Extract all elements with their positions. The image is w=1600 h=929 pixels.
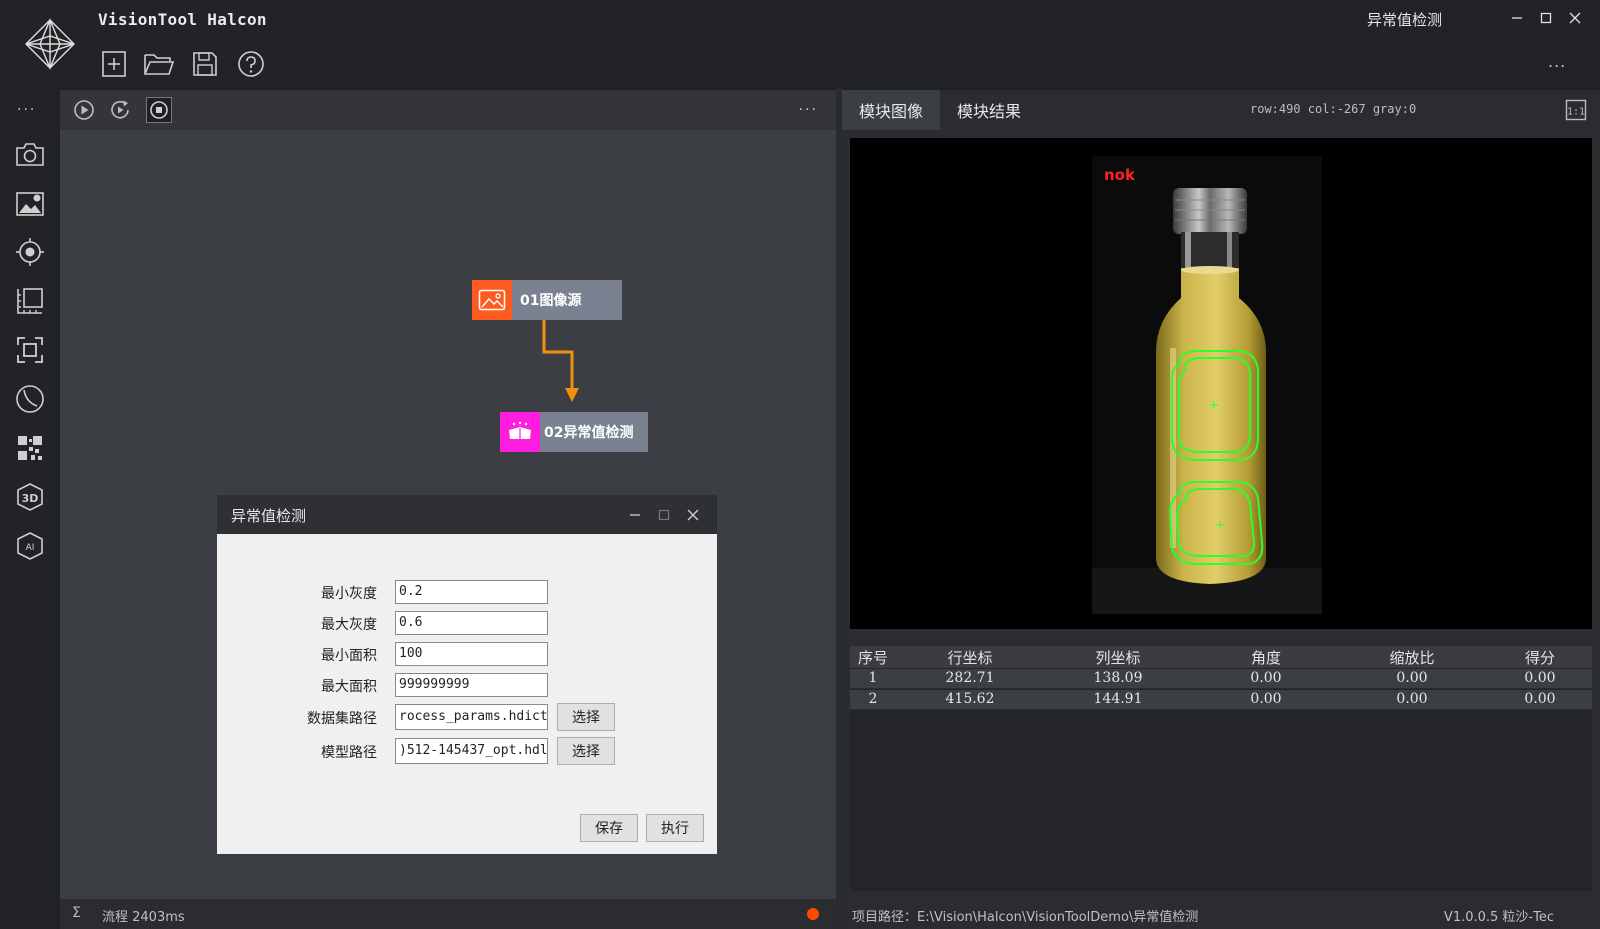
flow-node-label: 01图像源	[512, 280, 622, 320]
flow-node-label: 02异常值检测	[540, 412, 648, 452]
sidebar-more-button[interactable]: ...	[17, 98, 36, 114]
result-table: 序号 行坐标 列坐标 角度 缩放比 得分 1 282.71 138.09 0.0…	[850, 646, 1592, 891]
scan-frame-icon[interactable]	[13, 333, 47, 367]
table-header: 序号 行坐标 列坐标 角度 缩放比 得分	[850, 646, 1592, 668]
result-tab-bar: 模块图像 模块结果 row:490 col:-267 gray:0 1:1	[842, 90, 1600, 130]
model-browse-button[interactable]: 选择	[557, 737, 615, 765]
result-panel: 模块图像 模块结果 row:490 col:-267 gray:0 1:1 no…	[842, 90, 1600, 929]
open-folder-icon[interactable]	[143, 48, 175, 80]
cell-score: 0.00	[1524, 670, 1556, 686]
table-row[interactable]: 1 282.71 138.09 0.00 0.00 0.00	[850, 669, 1592, 689]
cell-angle: 0.00	[1250, 670, 1282, 686]
sigma-icon: Σ	[72, 905, 81, 921]
title-bar: VisionTool Halcon 异常值检测 ...	[0, 0, 1600, 88]
dataset-path-input[interactable]: rocess_params.hdict	[395, 704, 548, 730]
curve-icon[interactable]	[13, 382, 47, 416]
project-path: 项目路径：E:\Vision\Halcon\VisionToolDemo\异常值…	[852, 910, 1199, 925]
cell-index: 2	[868, 691, 878, 707]
cell-row: 282.71	[945, 670, 995, 686]
app-title: VisionTool Halcon	[98, 10, 267, 29]
bottle-image	[1092, 156, 1322, 614]
pixel-info-readout: row:490 col:-267 gray:0	[1250, 102, 1417, 116]
3d-cube-icon[interactable]: 3D	[13, 480, 47, 514]
actual-size-icon[interactable]: 1:1	[1565, 99, 1587, 121]
close-button[interactable]	[1564, 8, 1586, 28]
window-caption: 异常值检测	[1367, 11, 1443, 29]
app-logo	[25, 18, 75, 70]
run-button[interactable]: 执行	[646, 814, 704, 842]
column-header-scale: 缩放比	[1389, 649, 1435, 667]
new-file-icon[interactable]	[98, 48, 130, 80]
max-gray-label: 最大灰度	[321, 617, 377, 633]
nok-result-label: nok	[1104, 166, 1135, 184]
min-area-label: 最小面积	[321, 648, 377, 664]
flow-status-bar: Σ 流程 2403ms	[60, 899, 836, 929]
save-icon[interactable]	[189, 48, 221, 80]
max-gray-input[interactable]: 0.6	[395, 611, 548, 635]
svg-text:AI: AI	[26, 543, 35, 553]
model-path-label: 模型路径	[321, 745, 377, 761]
dialog-maximize-icon[interactable]	[654, 505, 674, 525]
max-area-input[interactable]: 999999999	[395, 673, 548, 697]
dialog-titlebar: 异常值检测	[217, 495, 717, 534]
dialog-title: 异常值检测	[231, 507, 307, 525]
column-header-angle: 角度	[1250, 649, 1281, 667]
svg-text:1:1: 1:1	[1567, 107, 1585, 118]
status-indicator	[807, 908, 819, 920]
min-area-input[interactable]: 100	[395, 642, 548, 666]
cell-col: 144.91	[1093, 691, 1143, 707]
dialog-close-icon[interactable]	[683, 505, 703, 525]
target-icon[interactable]	[13, 235, 47, 269]
image-icon	[472, 280, 512, 320]
title-more-button[interactable]: ...	[1548, 52, 1566, 71]
anomaly-icon	[500, 412, 540, 452]
dataset-browse-button[interactable]: 选择	[557, 703, 615, 731]
tab-module-result[interactable]: 模块结果	[940, 90, 1038, 130]
column-header-score: 得分	[1524, 649, 1555, 667]
cell-score: 0.00	[1524, 691, 1556, 707]
version-label: V1.0.0.5 粒沙-Tec	[1443, 910, 1554, 925]
dataset-path-label: 数据集路径	[307, 711, 377, 727]
measure-icon[interactable]	[13, 284, 47, 318]
cell-index: 1	[868, 670, 878, 686]
minimize-button[interactable]	[1506, 8, 1528, 28]
min-gray-input[interactable]: 0.2	[395, 580, 548, 604]
max-area-label: 最大面积	[321, 679, 377, 695]
flow-time: 流程 2403ms	[102, 910, 185, 925]
cell-angle: 0.00	[1250, 691, 1282, 707]
cell-scale: 0.00	[1396, 691, 1428, 707]
maximize-button[interactable]	[1535, 8, 1557, 28]
table-row[interactable]: 2 415.62 144.91 0.00 0.00 0.00	[850, 690, 1592, 710]
image-viewport[interactable]: nok	[850, 138, 1592, 629]
column-header-row: 行坐标	[947, 649, 993, 667]
svg-text:3D: 3D	[22, 492, 39, 505]
help-icon[interactable]	[235, 48, 267, 80]
model-path-input[interactable]: )512-145437_opt.hdl	[395, 738, 548, 764]
tab-module-image[interactable]: 模块图像	[842, 90, 940, 130]
anomaly-settings-dialog: 异常值检测 最小灰度 0.2 最大灰度 0.6 最小面积 100 最大面积 99…	[217, 495, 717, 854]
camera-icon[interactable]	[13, 137, 47, 171]
flow-node-anomaly-detection[interactable]: 02异常值检测	[500, 412, 648, 452]
save-button[interactable]: 保存	[580, 814, 638, 842]
cell-scale: 0.00	[1396, 670, 1428, 686]
min-gray-label: 最小灰度	[321, 586, 377, 602]
column-header-index: 序号	[857, 649, 888, 667]
dialog-minimize-icon[interactable]	[625, 505, 645, 525]
cell-col: 138.09	[1093, 670, 1143, 686]
cell-row: 415.62	[945, 691, 995, 707]
column-header-col: 列坐标	[1095, 649, 1141, 667]
flow-node-image-source[interactable]: 01图像源	[472, 280, 622, 320]
image-settings-icon[interactable]	[13, 186, 47, 220]
ai-icon[interactable]: AI	[13, 529, 47, 563]
tool-sidebar: ... 3D AI	[0, 88, 58, 929]
qrcode-icon[interactable]	[13, 431, 47, 465]
project-status-bar: 项目路径：E:\Vision\Halcon\VisionToolDemo\异常值…	[842, 899, 1600, 929]
